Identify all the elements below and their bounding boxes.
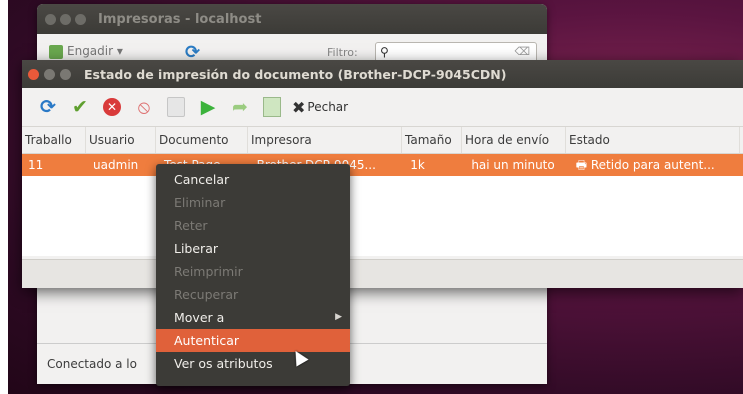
table-header: Traballo Usuario Documento Impresora Tam… <box>22 126 743 154</box>
menu-item-move-to[interactable]: Mover a ▶ <box>156 306 350 329</box>
user-cell: uadmin <box>93 158 139 172</box>
dialog-title: Estado de impresión do documento (Brothe… <box>84 66 507 82</box>
table-row[interactable]: 11 uadmin Test Page Brother-DCP-9045... … <box>22 154 743 176</box>
submenu-arrow-icon: ▶ <box>335 312 342 322</box>
menu-item-view-attributes[interactable]: Ver os atributos <box>156 352 350 375</box>
job-context-menu: Cancelar Eliminar Reter Liberar Reimprim… <box>156 164 350 386</box>
column-header[interactable]: Usuario <box>86 127 156 153</box>
dialog-toolbar: ⟳ ✔ ✕ ⦸ ▶ ➦ ✖ Pechar <box>22 88 743 126</box>
status-text: Retido para autent... <box>590 158 715 172</box>
column-header[interactable]: Tamaño <box>402 127 462 153</box>
close-button[interactable]: Pechar <box>307 100 348 114</box>
printers-window-title: Impresoras - localhost <box>98 11 262 27</box>
plus-icon <box>49 44 63 59</box>
time-cell: hai un minuto <box>471 158 555 172</box>
dialog-footer <box>22 259 743 288</box>
add-printer-button[interactable]: Engadir ▾ <box>49 44 123 59</box>
column-header[interactable]: Hora de envío <box>462 127 566 153</box>
print-status-dialog: Estado de impresión do documento (Brothe… <box>22 60 743 288</box>
minimize-window-button[interactable] <box>44 68 55 80</box>
column-header[interactable]: Estado <box>566 127 740 153</box>
menu-item-retrieve: Recuperar <box>174 287 239 302</box>
maximize-window-button[interactable] <box>60 68 71 80</box>
add-label: Engadir <box>67 44 114 58</box>
search-icon: ⚲ <box>380 45 389 59</box>
document-button[interactable] <box>256 92 288 122</box>
column-header[interactable]: Documento <box>156 127 248 153</box>
close-window-button[interactable] <box>28 68 39 80</box>
check-icon[interactable]: ✔ <box>64 92 96 122</box>
filter-label: Filtro: <box>327 46 358 59</box>
forward-icon[interactable]: ➦ <box>224 92 256 122</box>
printers-titlebar: Impresoras - localhost <box>37 4 547 34</box>
table-empty-area <box>22 176 743 256</box>
jobs-table: Traballo Usuario Documento Impresora Tam… <box>22 126 743 256</box>
desktop-background: Impresoras - localhost Engadir ▾ ⟳ Filtr… <box>8 0 743 394</box>
menu-item-cancel[interactable]: Cancelar <box>156 168 350 191</box>
menu-item-hold: Reter <box>174 218 208 233</box>
dialog-titlebar: Estado de impresión do documento (Brothe… <box>22 60 743 88</box>
column-header[interactable]: Traballo <box>22 127 86 153</box>
column-header[interactable]: Impresora <box>248 127 402 153</box>
cancel-job-button[interactable]: ✕ <box>96 92 128 122</box>
move-to-label: Mover a <box>174 310 225 325</box>
pause-icon <box>167 97 185 117</box>
clear-icon[interactable]: ⌫ <box>514 45 530 58</box>
document-icon <box>263 97 281 117</box>
refresh-icon[interactable]: ⟳ <box>32 92 64 122</box>
status-cell: 🖶 Retido para autent... <box>570 154 743 176</box>
window-controls[interactable] <box>45 10 90 29</box>
close-icon[interactable]: ✖ <box>292 98 305 117</box>
menu-item-release[interactable]: Liberar <box>156 237 350 260</box>
play-icon[interactable]: ▶ <box>192 92 224 122</box>
size-cell: 1k <box>410 158 425 172</box>
menu-item-authenticate[interactable]: Autenticar <box>156 329 350 352</box>
menu-item-delete: Eliminar <box>174 195 226 210</box>
cancel-icon: ✕ <box>103 98 121 116</box>
pause-button[interactable] <box>160 92 192 122</box>
menu-item-reprint: Reimprimir <box>174 264 243 279</box>
printer-status-icon: 🖶 <box>575 158 588 172</box>
delete-icon[interactable]: ⦸ <box>128 92 160 122</box>
job-id-cell: 11 <box>28 158 44 172</box>
